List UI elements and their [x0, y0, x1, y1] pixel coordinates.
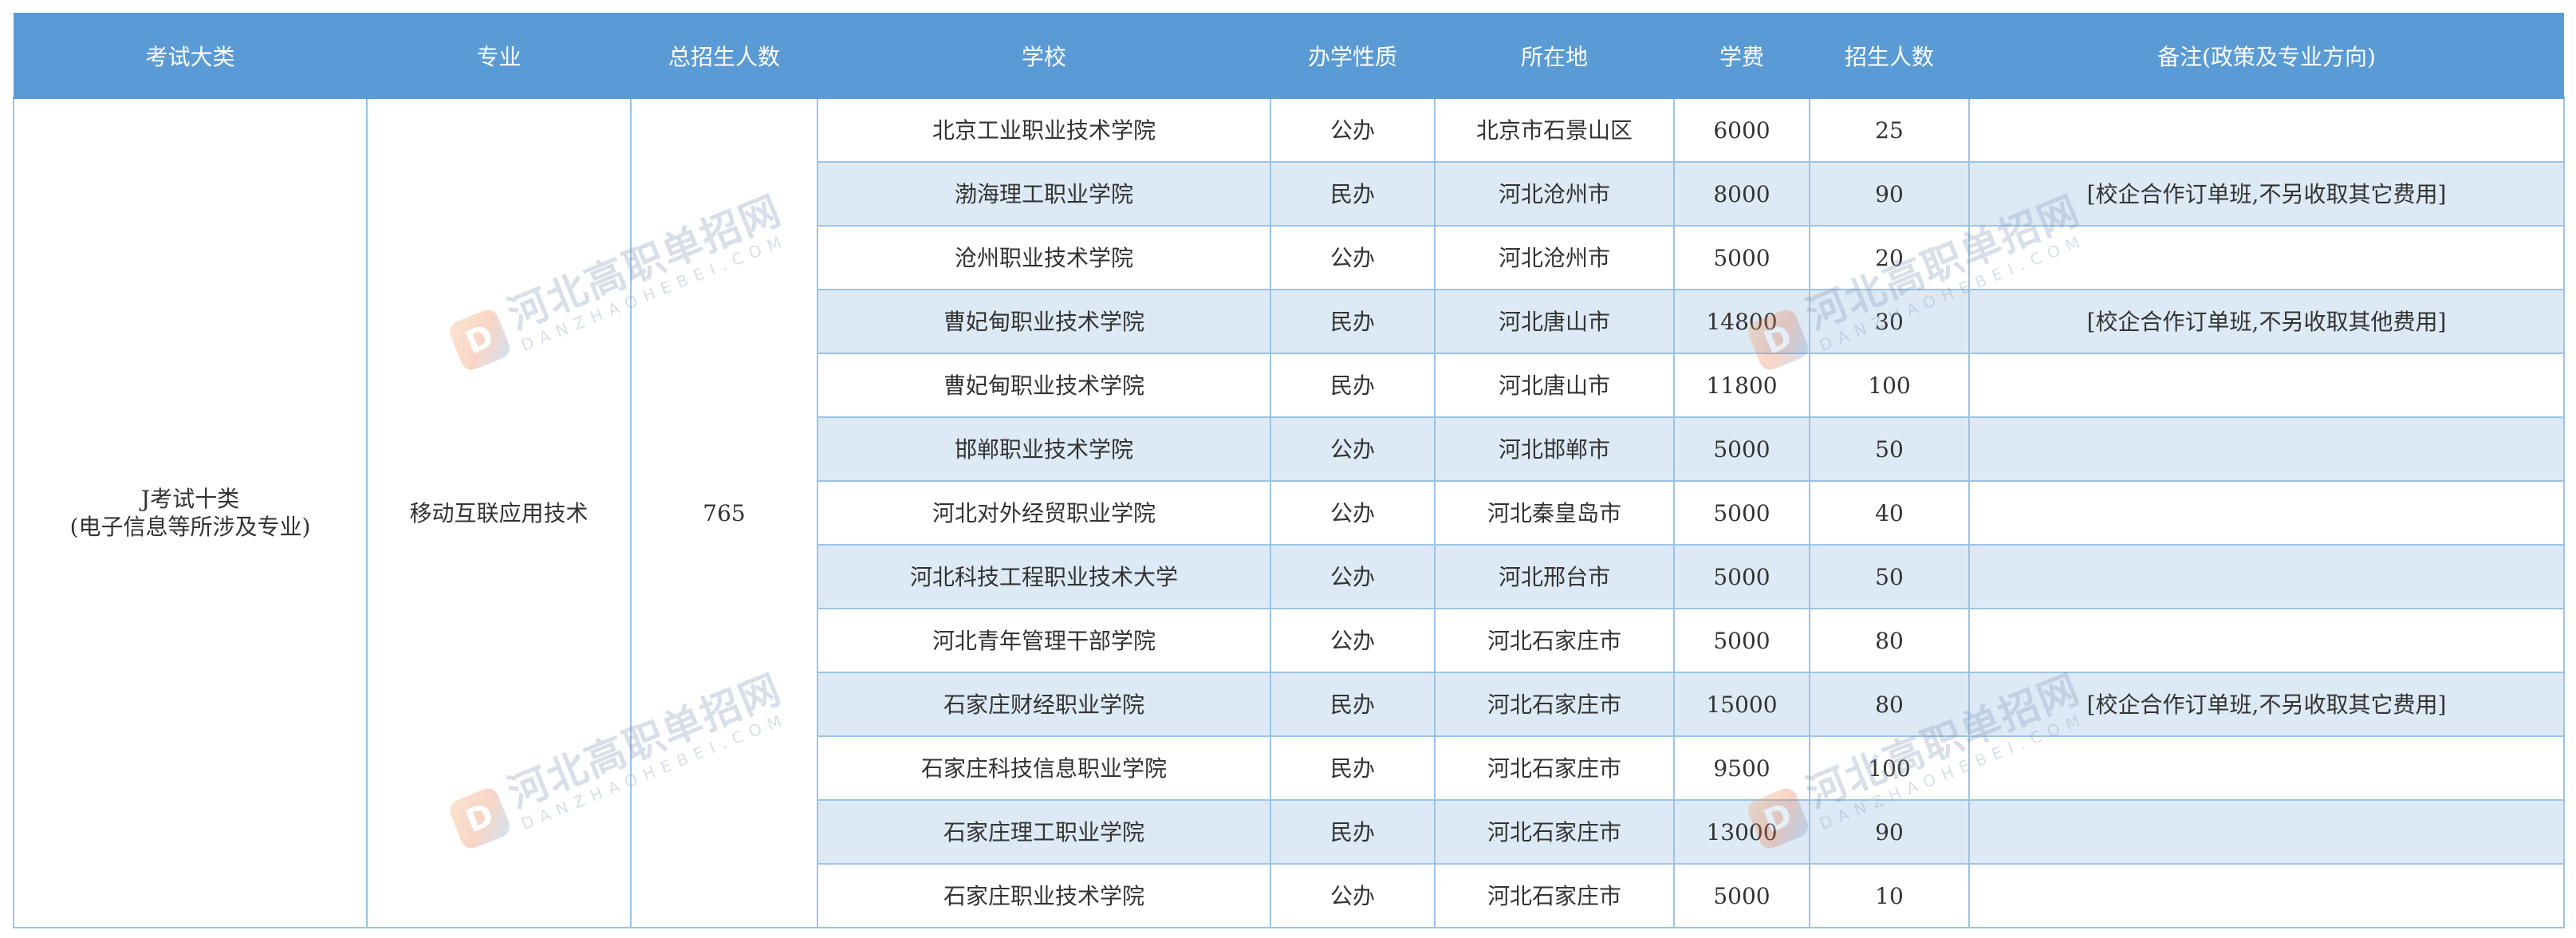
- notes-cell: [1968, 735, 2565, 801]
- header-enrollment: 招生人数: [1810, 13, 1969, 99]
- nature-cell: 民办: [1270, 289, 1436, 354]
- nature-cell: 民办: [1270, 672, 1436, 737]
- total-enrollment-cell: 765: [630, 97, 818, 928]
- tuition-cell: 9500: [1673, 735, 1810, 801]
- school-cell: 河北对外经贸职业学院: [817, 480, 1271, 546]
- header-total-enrollment: 总招生人数: [631, 13, 817, 99]
- tuition-cell: 5000: [1673, 480, 1810, 546]
- school-cell: 曹妃甸职业技术学院: [817, 289, 1271, 354]
- tuition-cell: 8000: [1673, 161, 1810, 227]
- table-body: J考试十类 (电子信息等所涉及专业) 移动互联应用技术 765 北京工业职业技术…: [13, 97, 2565, 928]
- location-cell: 河北沧州市: [1434, 225, 1675, 290]
- admissions-table-container: 考试大类 专业 总招生人数 学校 办学性质 所在地 学费 招生人数 备注(政策及…: [13, 13, 2565, 928]
- nature-cell: 公办: [1270, 416, 1436, 482]
- nature-cell: 公办: [1270, 608, 1436, 673]
- notes-cell: [1968, 863, 2565, 928]
- enrollment-cell: 40: [1809, 480, 1970, 546]
- location-cell: 河北邯郸市: [1434, 416, 1675, 482]
- location-cell: 河北邢台市: [1434, 544, 1675, 609]
- exam-category-scope: (电子信息等所涉及专业): [69, 514, 311, 540]
- header-exam-category: 考试大类: [14, 13, 367, 99]
- tuition-cell: 5000: [1673, 863, 1810, 928]
- nature-cell: 民办: [1270, 161, 1436, 227]
- notes-cell: [1968, 480, 2565, 546]
- school-cell: 河北青年管理干部学院: [817, 608, 1271, 673]
- school-cell: 北京工业职业技术学院: [817, 97, 1271, 163]
- enrollment-cell: 30: [1809, 289, 1970, 354]
- location-cell: 河北石家庄市: [1434, 672, 1675, 737]
- location-cell: 河北秦皇岛市: [1434, 480, 1675, 546]
- tuition-cell: 6000: [1673, 97, 1810, 163]
- school-cell: 沧州职业技术学院: [817, 225, 1271, 290]
- school-cell: 河北科技工程职业技术大学: [817, 544, 1271, 609]
- header-school: 学校: [817, 13, 1270, 99]
- header-row: 考试大类 专业 总招生人数 学校 办学性质 所在地 学费 招生人数 备注(政策及…: [14, 13, 2564, 99]
- nature-cell: 公办: [1270, 225, 1436, 290]
- nature-cell: 公办: [1270, 544, 1436, 609]
- nature-cell: 公办: [1270, 97, 1436, 163]
- nature-cell: 民办: [1270, 735, 1436, 801]
- enrollment-cell: 100: [1809, 735, 1970, 801]
- location-cell: 河北石家庄市: [1434, 735, 1675, 801]
- tuition-cell: 14800: [1673, 289, 1810, 354]
- enrollment-cell: 80: [1809, 608, 1970, 673]
- tuition-cell: 5000: [1673, 608, 1810, 673]
- nature-cell: 公办: [1270, 863, 1436, 928]
- major-cell: 移动互联应用技术: [366, 97, 632, 928]
- enrollment-cell: 90: [1809, 799, 1970, 865]
- school-cell: 石家庄理工职业学院: [817, 799, 1271, 865]
- notes-cell: [校企合作订单班,不另收取其他费用]: [1968, 289, 2565, 354]
- tuition-cell: 11800: [1673, 353, 1810, 418]
- school-cell: 渤海理工职业学院: [817, 161, 1271, 227]
- notes-cell: [1968, 416, 2565, 482]
- enrollment-cell: 90: [1809, 161, 1970, 227]
- location-cell: 河北沧州市: [1434, 161, 1675, 227]
- enrollment-cell: 100: [1809, 353, 1970, 418]
- nature-cell: 民办: [1270, 353, 1436, 418]
- school-cell: 石家庄职业技术学院: [817, 863, 1271, 928]
- header-location: 所在地: [1435, 13, 1674, 99]
- header-tuition: 学费: [1674, 13, 1810, 99]
- tuition-cell: 5000: [1673, 225, 1810, 290]
- tuition-cell: 15000: [1673, 672, 1810, 737]
- tuition-cell: 13000: [1673, 799, 1810, 865]
- location-cell: 北京市石景山区: [1434, 97, 1675, 163]
- notes-cell: [校企合作订单班,不另收取其它费用]: [1968, 672, 2565, 737]
- exam-category-cell: J考试十类 (电子信息等所涉及专业): [13, 97, 368, 928]
- admissions-table: 考试大类 专业 总招生人数 学校 办学性质 所在地 学费 招生人数 备注(政策及…: [13, 13, 2565, 928]
- exam-category-name: J考试十类: [140, 486, 240, 512]
- enrollment-cell: 10: [1809, 863, 1970, 928]
- enrollment-cell: 20: [1809, 225, 1970, 290]
- location-cell: 河北石家庄市: [1434, 608, 1675, 673]
- header-notes: 备注(政策及专业方向): [1969, 13, 2564, 99]
- enrollment-cell: 80: [1809, 672, 1970, 737]
- nature-cell: 公办: [1270, 480, 1436, 546]
- location-cell: 河北唐山市: [1434, 353, 1675, 418]
- school-cell: 石家庄科技信息职业学院: [817, 735, 1271, 801]
- enrollment-cell: 50: [1809, 544, 1970, 609]
- nature-cell: 民办: [1270, 799, 1436, 865]
- location-cell: 河北石家庄市: [1434, 863, 1675, 928]
- notes-cell: [校企合作订单班,不另收取其它费用]: [1968, 161, 2565, 227]
- tuition-cell: 5000: [1673, 416, 1810, 482]
- notes-cell: [1968, 225, 2565, 290]
- location-cell: 河北唐山市: [1434, 289, 1675, 354]
- notes-cell: [1968, 608, 2565, 673]
- header-school-nature: 办学性质: [1270, 13, 1435, 99]
- table-row: J考试十类 (电子信息等所涉及专业) 移动互联应用技术 765 北京工业职业技术…: [13, 97, 2565, 928]
- enrollment-cell: 50: [1809, 416, 1970, 482]
- notes-cell: [1968, 97, 2565, 163]
- tuition-cell: 5000: [1673, 544, 1810, 609]
- enrollment-cell: 25: [1809, 97, 1970, 163]
- school-cell: 石家庄财经职业学院: [817, 672, 1271, 737]
- school-cell: 曹妃甸职业技术学院: [817, 353, 1271, 418]
- header-major: 专业: [367, 13, 631, 99]
- location-cell: 河北石家庄市: [1434, 799, 1675, 865]
- notes-cell: [1968, 799, 2565, 865]
- notes-cell: [1968, 353, 2565, 418]
- notes-cell: [1968, 544, 2565, 609]
- school-cell: 邯郸职业技术学院: [817, 416, 1271, 482]
